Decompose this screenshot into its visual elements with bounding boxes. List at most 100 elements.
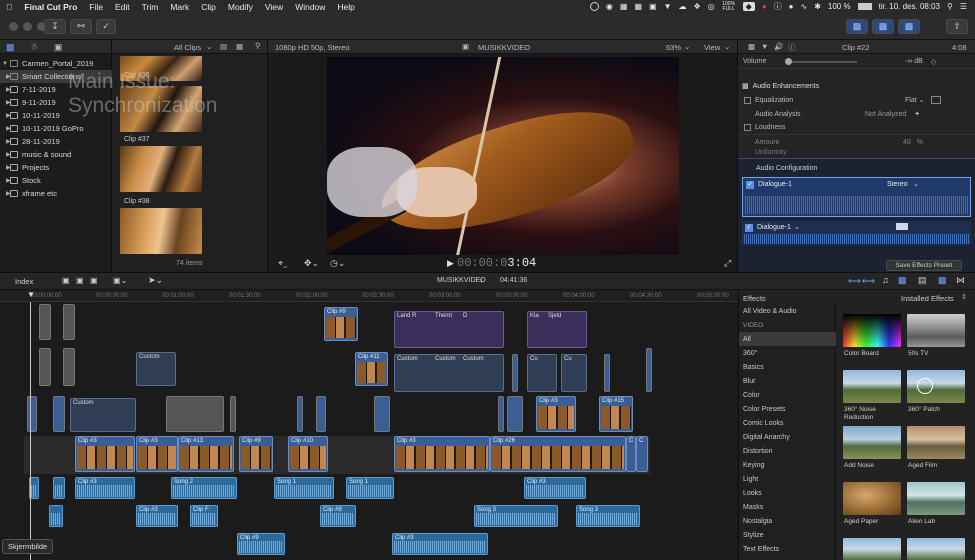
magic-wand-icon[interactable]: ✦ [914,110,920,118]
save-effects-preset-button[interactable]: Save Effects Preset [886,260,962,271]
connected-clip[interactable] [316,396,326,432]
connected-clip[interactable] [63,304,75,340]
connected-clip[interactable]: Clip #15 [599,396,633,432]
connected-clip[interactable]: Kla Sjeld [527,311,587,348]
channel-dropdown[interactable]: Stereo [887,181,908,188]
effects-category[interactable]: All [739,332,836,346]
menu-list-icon[interactable]: ☰ [960,2,967,11]
disclosure-closed-icon[interactable]: ▶ [0,73,11,80]
circle-icon[interactable]: ◎ [708,2,715,11]
chevron-down-icon[interactable]: ⌄ [794,223,800,231]
effects-category[interactable]: Basics [739,360,836,374]
effect-thumbnail[interactable] [907,314,965,347]
layout-browser-button[interactable]: ▩ [846,19,868,34]
effect-thumbnail[interactable] [843,538,901,560]
connected-clip[interactable]: Custom Custom Custom [394,354,504,392]
red-badge-icon[interactable]: ● [762,2,767,11]
timeline[interactable]: Clip #9 Land R Themt D Kla Sjeld Custom Cli… [0,302,738,560]
clip-appearance-icon[interactable]: ▤ [220,42,227,51]
transform-tool-icon[interactable]: ✥⌄ [304,258,319,269]
storyline-clip[interactable]: Clip #3 [75,436,135,472]
snapping-icon[interactable]: ▩ [898,275,907,286]
library-item-event[interactable]: ▶ Projects [0,161,112,174]
connected-clip[interactable] [374,396,390,432]
audio-skimming-icon[interactable]: ⟷ [862,276,875,287]
skimming-icon[interactable]: ⟷ [848,276,861,287]
bluetooth-icon[interactable]: ✱ [814,2,821,11]
equalization-checkbox[interactable] [744,96,751,104]
insert-clip-icon[interactable]: ▣ [76,276,84,285]
effects-category[interactable]: Comic Looks [739,416,836,430]
chevron-down-icon[interactable]: ⌄ [724,42,730,51]
storyline-clip[interactable]: Clip #13 [178,436,234,472]
dialogue-component[interactable]: ✓ Dialogue-1 Stereo ⌄ [742,177,971,217]
libraries-icon[interactable]: ▩ [6,42,15,53]
crop-tool-icon[interactable]: ⌖⌄ [278,258,287,269]
effects-category[interactable]: Looks [739,486,836,500]
effects-category[interactable]: Masks [739,500,836,514]
speed-tool-icon[interactable]: ◷⌄ [330,258,345,269]
dialogue-sub-checkbox[interactable]: ✓ [745,224,753,232]
menu-trim[interactable]: Trim [136,2,165,12]
effect-thumbnail[interactable] [843,314,901,347]
fullscreen-icon[interactable]: ⤢ [724,258,731,269]
volume-slider[interactable] [785,57,857,65]
solo-icon[interactable]: ♫ [882,275,889,285]
audio-clip[interactable]: Song 1 [274,477,334,499]
connected-clip[interactable]: Cu [527,354,557,392]
menu-file[interactable]: File [83,2,109,12]
effects-category[interactable]: Stylize [739,528,836,542]
installed-effects-dropdown[interactable]: Installed Effects [901,294,954,303]
layout-inspector-button[interactable]: ▩ [898,19,920,34]
effects-category[interactable]: Color Presets [739,402,836,416]
dropbox-icon[interactable]: ❖ [694,2,701,11]
grid-icon[interactable]: ▦ [620,2,628,11]
menu-modify[interactable]: Modify [222,2,259,12]
audio-inspector-icon[interactable]: 🔊 [774,42,783,51]
cloud-icon[interactable]: ☁ [679,2,687,11]
diamond-icon[interactable]: ◆ [742,2,755,11]
audio-clip[interactable]: Song 2 [171,477,237,499]
connected-clip[interactable] [498,396,504,432]
chevron-down-icon[interactable]: ⌄ [919,96,925,104]
disclosure-closed-icon[interactable]: ▶ [0,190,11,197]
effects-category[interactable]: All Video & Audio [739,304,836,318]
audio-clip[interactable]: Clip #3 [392,533,488,555]
connected-clip[interactable]: Land R Themt D [394,311,504,348]
effects-category[interactable]: 360° [739,346,836,360]
playhead-marker[interactable]: ▼ [27,290,35,302]
storyline-clip[interactable]: Clip #9 [239,436,273,472]
search-icon[interactable]: ⚲ [947,2,953,11]
photos-icon[interactable]: ☃ [30,42,38,53]
apple-menu-icon[interactable]:  [0,2,18,12]
storyline-clip[interactable]: Clip #26 [490,436,626,472]
connected-clip[interactable] [39,304,51,340]
library-item-event[interactable]: ▶ music & sound [0,148,112,161]
connected-clip[interactable] [63,348,75,386]
grid-icon-2[interactable]: ▦ [634,2,642,11]
disclosure-closed-icon[interactable]: ▶ [0,125,11,132]
audio-enhancements-header[interactable]: ▩ Audio Enhancements [738,79,975,93]
close-window-button[interactable] [9,22,18,31]
bag-icon[interactable]: ▣ [649,2,657,11]
disclosure-closed-icon[interactable]: ▶ [0,138,11,145]
color-inspector-icon[interactable]: ▼ [761,42,768,51]
effects-browser-icon[interactable]: ▩ [938,275,947,286]
audio-clip[interactable]: Clip #3 [136,505,178,527]
volume-value[interactable]: -∞ dB [905,58,923,65]
audio-clip[interactable] [53,477,65,499]
menu-window[interactable]: Window [289,2,331,12]
record-icon[interactable] [589,2,599,11]
disclosure-closed-icon[interactable]: ▶ [0,112,11,119]
audio-clip[interactable]: Clip #3 [524,477,586,499]
chevron-down-icon[interactable]: ⌄ [684,42,690,51]
overwrite-clip-icon[interactable]: ▣⌄ [113,276,127,285]
playhead[interactable] [30,302,31,560]
dialogue-checkbox[interactable]: ✓ [746,181,754,189]
amount-value[interactable]: 40 [903,139,911,146]
audio-clip[interactable]: Song 1 [346,477,394,499]
disclosure-open-icon[interactable]: ▼ [0,61,10,67]
arrow-down-icon[interactable]: ▼ [664,2,672,11]
connected-clip[interactable] [646,348,652,392]
menu-edit[interactable]: Edit [109,2,136,12]
